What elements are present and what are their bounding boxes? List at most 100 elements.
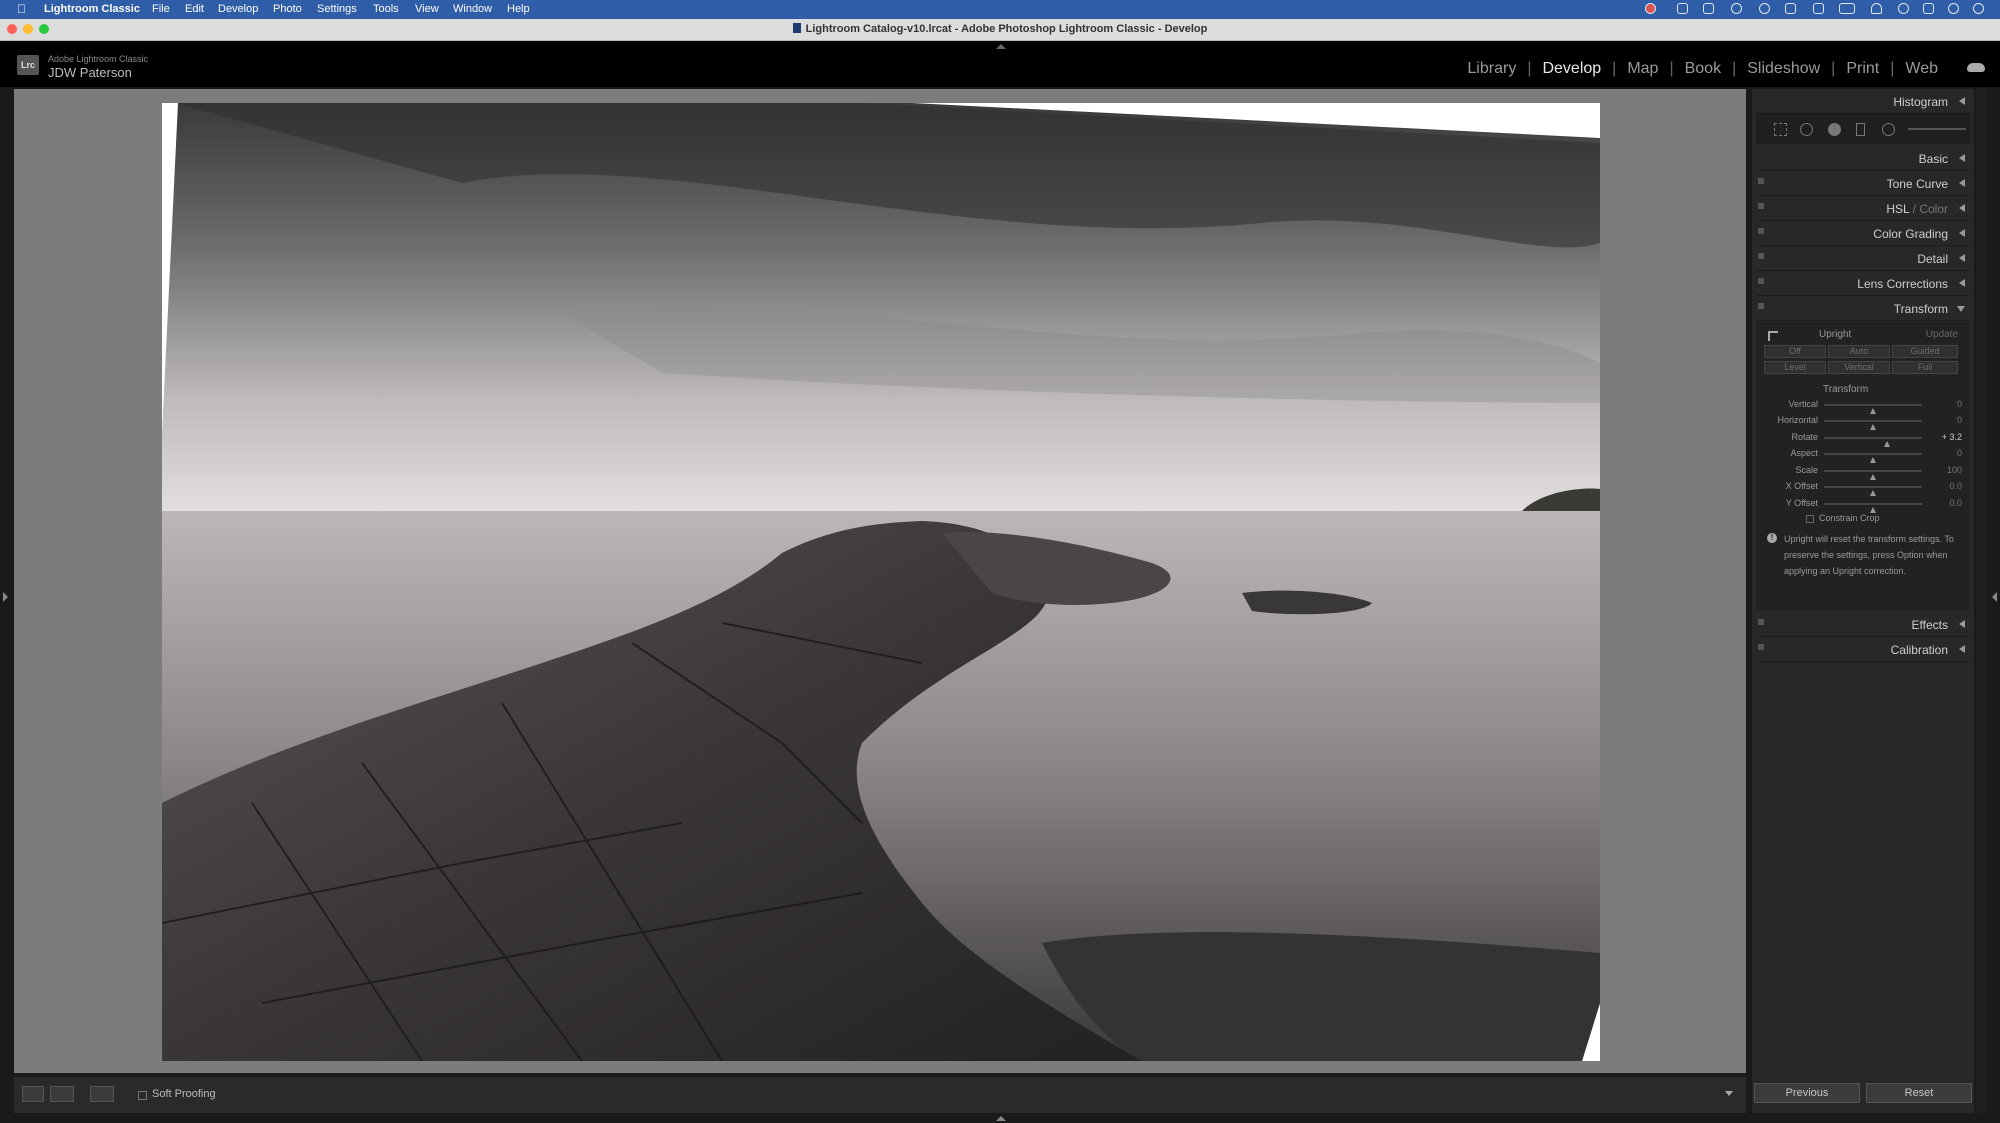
module-library[interactable]: Library [1467,60,1516,78]
aspect-slider[interactable] [1824,453,1922,463]
sync-icon[interactable] [1703,3,1714,14]
creative-cloud-icon[interactable] [1645,3,1656,14]
hsl-tab[interactable]: HSL [1886,202,1909,216]
left-panel-toggle[interactable] [3,592,8,602]
detail-panel-header[interactable]: Detail [1756,246,1970,271]
module-print[interactable]: Print [1846,60,1879,78]
menu-window[interactable]: Window [453,3,492,15]
identity-user: JDW Paterson [48,65,132,80]
reset-button[interactable]: Reset [1866,1083,1972,1103]
previous-button[interactable]: Previous [1754,1083,1860,1103]
crop-tool-icon[interactable] [1774,123,1787,136]
vertical-value[interactable]: 0 [1957,399,1962,409]
soft-proofing-checkbox[interactable] [138,1091,147,1100]
apple-menu-icon[interactable]:  [17,2,26,16]
lens-corrections-panel-header[interactable]: Lens Corrections [1756,271,1970,296]
window-titlebar: Lightroom Catalog-v10.lrcat - Adobe Phot… [0,19,2000,41]
wifi-icon[interactable] [1871,3,1882,14]
color-grading-panel-header[interactable]: Color Grading [1756,221,1970,246]
cloud-sync-icon[interactable] [1967,63,1985,72]
panel-switch-icon[interactable] [1758,228,1764,234]
module-web[interactable]: Web [1905,60,1938,78]
menu-photo[interactable]: Photo [273,3,302,15]
menu-settings[interactable]: Settings [317,3,357,15]
upright-off-button[interactable]: Off [1764,345,1826,358]
upright-guided-tool-icon[interactable] [1768,331,1778,341]
scale-slider[interactable] [1824,470,1922,480]
collapse-arrow-icon [1959,204,1965,212]
y-offset-label: Y Offset [1785,498,1818,508]
time-machine-icon[interactable] [1731,3,1742,14]
panel-switch-icon[interactable] [1758,203,1764,209]
graduated-filter-icon[interactable] [1856,123,1865,136]
loupe-view-button[interactable] [22,1086,44,1102]
tone-curve-panel-header[interactable]: Tone Curve [1756,171,1970,196]
module-slideshow[interactable]: Slideshow [1747,60,1820,78]
image-view[interactable] [14,89,1746,1073]
user-icon[interactable] [1948,3,1959,14]
red-eye-icon[interactable] [1828,123,1841,136]
effects-panel-header[interactable]: Effects [1756,612,1970,637]
panel-switch-icon[interactable] [1758,303,1764,309]
bluetooth-icon[interactable] [1813,3,1824,14]
spot-removal-icon[interactable] [1800,123,1813,136]
panel-switch-icon[interactable] [1758,644,1764,650]
module-book[interactable]: Book [1685,60,1721,78]
module-separator: | [1527,60,1532,77]
panel-switch-icon[interactable] [1758,253,1764,259]
histogram-panel-header[interactable]: Histogram [1756,89,1970,114]
upright-vertical-button[interactable]: Vertical [1828,361,1890,374]
upright-full-button[interactable]: Full [1892,361,1958,374]
info-icon[interactable] [1973,3,1984,14]
module-map[interactable]: Map [1627,60,1658,78]
y-offset-slider[interactable] [1824,503,1922,513]
upright-level-button[interactable]: Level [1764,361,1826,374]
basic-panel-header[interactable]: Basic [1756,146,1970,171]
battery-icon[interactable] [1839,3,1855,14]
volume-icon[interactable] [1785,3,1796,14]
menu-view[interactable]: View [415,3,439,15]
x-offset-value[interactable]: 0.0 [1949,481,1962,491]
before-after-button[interactable] [50,1086,74,1102]
hsl-panel-header[interactable]: HSL / Color [1756,196,1970,221]
play-icon[interactable] [1759,3,1770,14]
brush-size-slider[interactable] [1908,128,1966,130]
right-panel-toggle[interactable] [1992,592,1997,602]
panel-switch-icon[interactable] [1758,178,1764,184]
rotate-slider[interactable] [1824,437,1922,447]
menu-app-name[interactable]: Lightroom Classic [44,3,140,15]
right-panel-scrollbar[interactable] [1976,89,1986,1113]
menu-edit[interactable]: Edit [185,3,204,15]
panel-switch-icon[interactable] [1758,278,1764,284]
x-offset-slider[interactable] [1824,486,1922,496]
search-icon[interactable] [1898,3,1909,14]
upright-auto-button[interactable]: Auto [1828,345,1890,358]
menu-develop[interactable]: Develop [218,3,258,15]
scale-value[interactable]: 100 [1947,465,1962,475]
menu-help[interactable]: Help [507,3,530,15]
calibration-panel-header[interactable]: Calibration [1756,637,1970,662]
filmstrip-toggle[interactable] [996,1116,1006,1121]
toolbar-options-chevron-icon[interactable] [1725,1091,1733,1096]
update-button[interactable]: Update [1926,329,1958,340]
horizontal-value[interactable]: 0 [1957,415,1962,425]
control-center-icon[interactable] [1923,3,1934,14]
menu-file[interactable]: File [152,3,170,15]
menu-tools[interactable]: Tools [373,3,399,15]
top-panel-toggle[interactable] [996,44,1006,49]
color-tab[interactable]: Color [1919,202,1948,216]
constrain-crop-checkbox[interactable] [1806,515,1814,523]
aspect-value[interactable]: 0 [1957,448,1962,458]
radial-filter-icon[interactable] [1882,123,1895,136]
compare-view-button[interactable] [90,1086,114,1102]
module-develop[interactable]: Develop [1542,60,1601,78]
vertical-slider[interactable] [1824,404,1922,414]
horizontal-slider[interactable] [1824,420,1922,430]
photo-canvas[interactable] [162,103,1600,1061]
panel-switch-icon[interactable] [1758,619,1764,625]
rotate-value[interactable]: + 3.2 [1942,432,1962,442]
y-offset-value[interactable]: 0.0 [1949,498,1962,508]
upright-guided-button[interactable]: Guided [1892,345,1958,358]
security-icon[interactable] [1677,3,1688,14]
transform-panel-header[interactable]: Transform [1756,296,1970,321]
